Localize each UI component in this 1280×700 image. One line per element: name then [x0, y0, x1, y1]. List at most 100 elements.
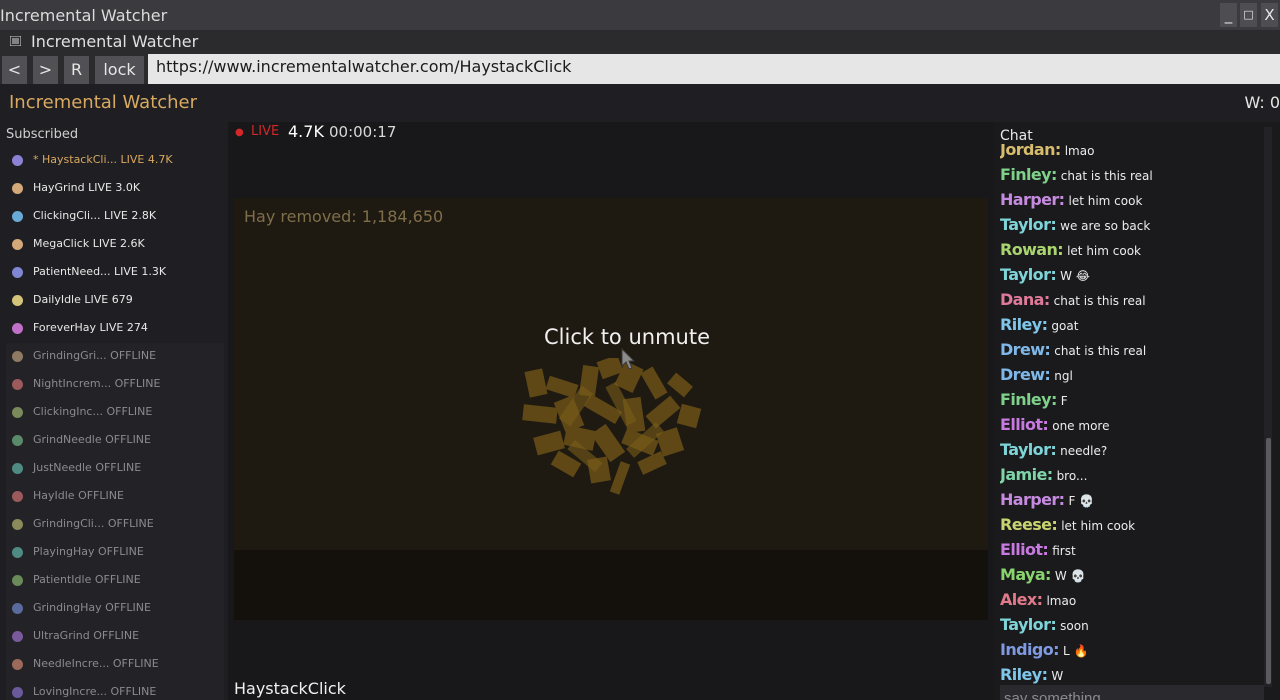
chat-username[interactable]: Taylor: — [1000, 215, 1057, 234]
reload-button[interactable]: R — [64, 56, 89, 84]
chat-message: Taylor: we are so back — [1000, 212, 1264, 237]
chat-message-text: let him cook — [1068, 194, 1143, 208]
channel-label: GrindNeedle OFFLINE — [33, 433, 151, 446]
chat-username[interactable]: Taylor: — [1000, 265, 1057, 284]
chat-input[interactable] — [1004, 685, 1254, 700]
sidebar-channel-item[interactable]: GrindNeedle OFFLINE — [6, 427, 224, 455]
url-bar[interactable]: https://www.incrementalwatcher.com/Hayst… — [148, 54, 1280, 84]
chat-message-text: L 🔥 — [1062, 644, 1089, 658]
chat-message-text: chat is this real — [1053, 294, 1146, 308]
chat-message: Indigo: L 🔥 — [1000, 637, 1264, 662]
chat-message: Harper: let him cook — [1000, 187, 1264, 212]
subscribed-sidebar: Subscribed * HaystackCli... LIVE 4.7K Hay… — [0, 122, 228, 700]
sidebar-channel-item[interactable]: * HaystackCli... LIVE 4.7K — [6, 147, 224, 175]
chat-username[interactable]: Rowan: — [1000, 240, 1064, 259]
sidebar-channel-item[interactable]: GrindingHay OFFLINE — [6, 595, 224, 623]
channel-label: LovingIncre... OFFLINE — [33, 685, 157, 698]
chat-message: Drew: chat is this real — [1000, 337, 1264, 362]
channel-avatar-icon — [12, 519, 23, 530]
channel-label: MegaClick LIVE 2.6K — [33, 237, 145, 250]
sidebar-channel-item[interactable]: UltraGrind OFFLINE — [6, 623, 224, 651]
chat-message: Maya: W 💀 — [1000, 562, 1264, 587]
channel-label: NeedleIncre... OFFLINE — [33, 657, 159, 670]
chat-input-box[interactable] — [1000, 685, 1264, 700]
chat-message-text: one more — [1052, 419, 1110, 433]
sidebar-channel-item[interactable]: JustNeedle OFFLINE — [6, 455, 224, 483]
chat-message-text: lmao — [1046, 594, 1077, 608]
chat-username[interactable]: Jamie: — [1000, 465, 1053, 484]
sidebar-channel-item[interactable]: NightIncrem... OFFLINE — [6, 371, 224, 399]
sidebar-channel-item[interactable]: NeedleIncre... OFFLINE — [6, 651, 224, 679]
window-titlebar: Incremental Watcher _ □ X — [0, 0, 1280, 31]
chat-username[interactable]: Dana: — [1000, 290, 1050, 309]
sidebar-channel-item[interactable]: GrindingGri... OFFLINE — [6, 343, 224, 371]
menu-icon[interactable] — [9, 35, 22, 49]
chat-username[interactable]: Riley: — [1000, 315, 1048, 334]
lock-button[interactable]: lock — [95, 56, 144, 84]
chat-username[interactable]: Indigo: — [1000, 640, 1060, 659]
chat-username[interactable]: Harper: — [1000, 190, 1065, 209]
channel-avatar-icon — [12, 379, 23, 390]
minimize-button[interactable]: _ — [1220, 3, 1237, 27]
chat-message: Finley: F — [1000, 387, 1264, 412]
haystack-icon[interactable] — [519, 358, 709, 498]
sidebar-channel-item[interactable]: ClickingInc... OFFLINE — [6, 399, 224, 427]
chat-message-text: we are so back — [1060, 219, 1151, 233]
chat-message: Finley: chat is this real — [1000, 162, 1264, 187]
chat-message: Alex: lmao — [1000, 587, 1264, 612]
channel-avatar-icon — [12, 407, 23, 418]
channel-label: GrindingGri... OFFLINE — [33, 349, 157, 362]
sidebar-channel-item[interactable]: ForeverHay LIVE 274 — [6, 315, 224, 343]
chat-username[interactable]: Maya: — [1000, 565, 1051, 584]
chat-message: Elliot: one more — [1000, 412, 1264, 437]
chat-panel: Jordan: lmao Finley: chat is this real Harpe… — [994, 122, 1280, 700]
chat-username[interactable]: Taylor: — [1000, 440, 1057, 459]
chat-username[interactable]: Drew: — [1000, 340, 1051, 359]
sidebar-channel-item[interactable]: DailyIdle LIVE 679 — [6, 287, 224, 315]
stream-area: ● LIVE 4.7K 00:00:17 Hay removed: 1,184,… — [228, 122, 994, 700]
channel-label: GrindingCli... OFFLINE — [33, 517, 154, 530]
chat-message-text: let him cook — [1061, 519, 1136, 533]
channel-avatar-icon — [12, 435, 23, 446]
video-player[interactable]: Hay removed: 1,184,650 — [234, 198, 988, 620]
forward-button[interactable]: > — [33, 56, 58, 84]
sidebar-channel-item[interactable]: LovingIncre... OFFLINE — [6, 679, 224, 700]
channel-list: * HaystackCli... LIVE 4.7K HayGrind LIVE … — [6, 147, 224, 700]
back-button[interactable]: < — [2, 56, 27, 84]
sidebar-channel-item[interactable]: PlayingHay OFFLINE — [6, 539, 224, 567]
chat-message-text: first — [1052, 544, 1076, 558]
sidebar-channel-item[interactable]: GrindingCli... OFFLINE — [6, 511, 224, 539]
chat-username[interactable]: Riley: — [1000, 665, 1048, 684]
sidebar-channel-item[interactable]: MegaClick LIVE 2.6K — [6, 231, 224, 259]
channel-avatar-icon — [12, 155, 23, 166]
chat-username[interactable]: Alex: — [1000, 590, 1043, 609]
channel-avatar-icon — [12, 267, 23, 278]
sidebar-channel-item[interactable]: HayGrind LIVE 3.0K — [6, 175, 224, 203]
channel-avatar-icon — [12, 659, 23, 670]
channel-label: PatientIdle OFFLINE — [33, 573, 141, 586]
channel-avatar-icon — [12, 631, 23, 642]
site-logo[interactable]: Incremental Watcher — [9, 92, 197, 113]
unmute-overlay[interactable]: Click to unmute — [228, 325, 1026, 349]
chat-username[interactable]: Finley: — [1000, 390, 1057, 409]
channel-label: ClickingCli... LIVE 2.8K — [33, 209, 157, 222]
maximize-button[interactable]: □ — [1240, 3, 1257, 27]
channel-label: HayIdle OFFLINE — [33, 489, 124, 502]
chat-username[interactable]: Elliot: — [1000, 415, 1049, 434]
close-button[interactable]: X — [1261, 3, 1278, 27]
chat-username[interactable]: Reese: — [1000, 515, 1058, 534]
chat-username[interactable]: Harper: — [1000, 490, 1065, 509]
chat-username[interactable]: Finley: — [1000, 165, 1057, 184]
channel-avatar-icon — [12, 211, 23, 222]
chat-username[interactable]: Drew: — [1000, 365, 1051, 384]
sidebar-channel-item[interactable]: PatientNeed... LIVE 1.3K — [6, 259, 224, 287]
chat-username[interactable]: Taylor: — [1000, 615, 1057, 634]
sidebar-channel-item[interactable]: ClickingCli... LIVE 2.8K — [6, 203, 224, 231]
channel-avatar-icon — [12, 323, 23, 334]
sidebar-channel-item[interactable]: HayIdle OFFLINE — [6, 483, 224, 511]
chat-message: Drew: ngl — [1000, 362, 1264, 387]
channel-label: GrindingHay OFFLINE — [33, 601, 151, 614]
chat-username[interactable]: Elliot: — [1000, 540, 1049, 559]
sidebar-channel-item[interactable]: PatientIdle OFFLINE — [6, 567, 224, 595]
chat-scrollbar-thumb[interactable] — [1266, 438, 1271, 684]
